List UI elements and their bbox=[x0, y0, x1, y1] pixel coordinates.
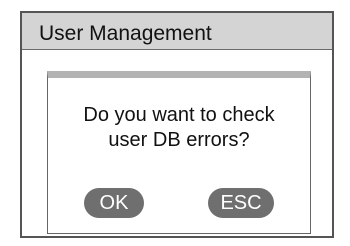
device-screen: User Management Do you want to check use… bbox=[20, 11, 334, 238]
title-bar: User Management bbox=[22, 13, 332, 50]
dialog-message-line-1: Do you want to check bbox=[83, 104, 275, 126]
dialog-message-line-2: user DB errors? bbox=[108, 129, 250, 151]
dialog-message: Do you want to check user DB errors? bbox=[48, 103, 310, 153]
window-title: User Management bbox=[39, 22, 212, 45]
esc-button[interactable]: ESC bbox=[208, 188, 274, 218]
confirm-dialog: Do you want to check user DB errors? OK … bbox=[47, 71, 311, 234]
ok-button[interactable]: OK bbox=[84, 188, 144, 218]
